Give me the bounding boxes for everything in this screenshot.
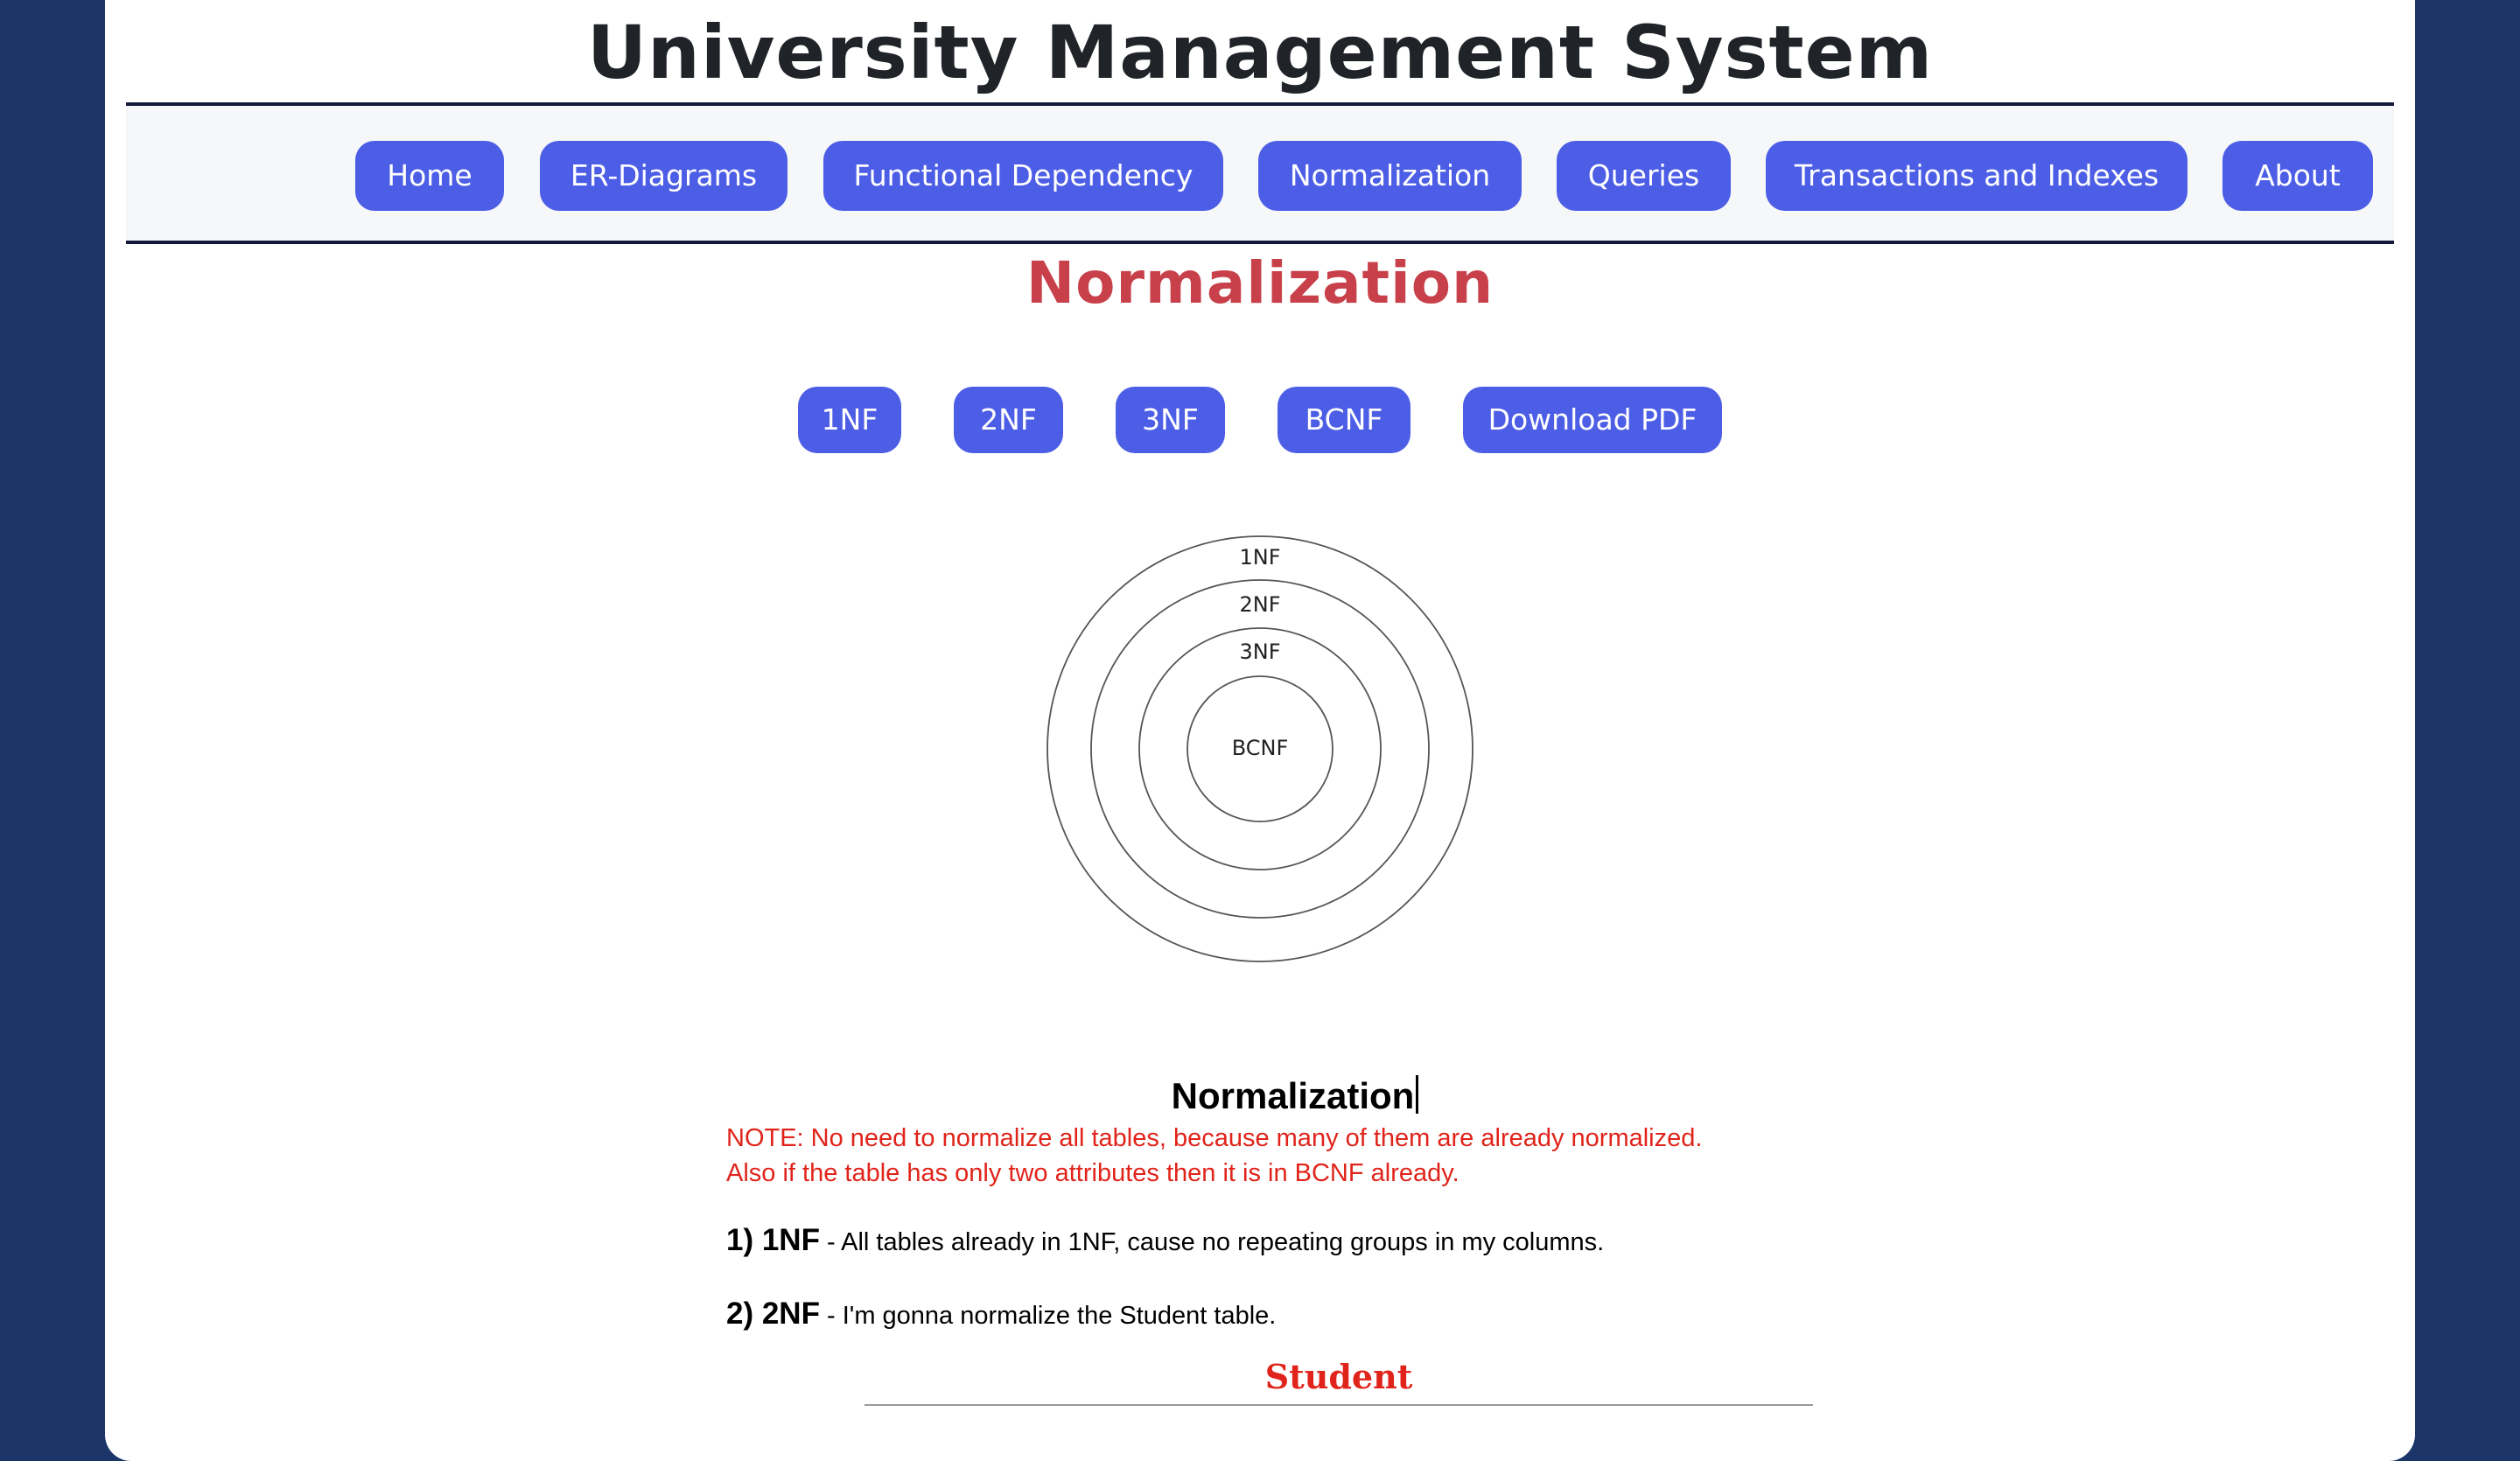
nav-functional-dependency-button[interactable]: Functional Dependency: [823, 141, 1223, 211]
document-title: Normalization: [726, 1073, 1864, 1119]
point-1nf: 1) 1NF - All tables already in 1NF, caus…: [726, 1223, 1604, 1260]
label-2nf: 2NF: [1239, 592, 1280, 617]
nav-home-button[interactable]: Home: [355, 141, 504, 211]
subnav-3nf-button[interactable]: 3NF: [1116, 387, 1225, 453]
nav-about-button[interactable]: About: [2222, 141, 2373, 211]
main-navbar: Home ER-Diagrams Functional Dependency N…: [126, 102, 2394, 244]
point-2nf: 2) 2NF - I'm gonna normalize the Student…: [726, 1297, 1276, 1333]
label-bcnf: BCNF: [1232, 736, 1289, 760]
subnav-download-pdf-button[interactable]: Download PDF: [1463, 387, 1722, 453]
nav-normalization-button[interactable]: Normalization: [1258, 141, 1522, 211]
point-text: - All tables already in 1NF, cause no re…: [819, 1228, 1605, 1256]
student-table-caption: Student: [1264, 1357, 1413, 1396]
nav-queries-button[interactable]: Queries: [1557, 141, 1731, 211]
document-title-text: Normalization: [1171, 1075, 1415, 1116]
note-line: Also if the table has only two attribute…: [726, 1159, 1460, 1187]
point-number: 1) 1NF: [726, 1223, 820, 1257]
subnav-2nf-button[interactable]: 2NF: [954, 387, 1063, 453]
site-title: University Management System: [586, 10, 1934, 95]
note-line: NOTE: No need to normalize all tables, b…: [726, 1124, 1703, 1152]
note-text: NOTE: No need to normalize all tables, b…: [726, 1121, 1864, 1191]
point-number: 2) 2NF: [726, 1297, 820, 1331]
text-cursor: [1416, 1075, 1419, 1114]
point-text: - I'm gonna normalize the Student table.: [819, 1302, 1277, 1330]
normal-forms-diagram: 1NF 2NF 3NF BCNF: [1046, 535, 1474, 962]
subnav-bcnf-button[interactable]: BCNF: [1278, 387, 1410, 453]
content-card: University Management System Home ER-Dia…: [105, 0, 2415, 1461]
nav-transactions-and-indexes-button[interactable]: Transactions and Indexes: [1766, 141, 2188, 211]
label-1nf: 1NF: [1239, 545, 1280, 570]
subnav-1nf-button[interactable]: 1NF: [798, 387, 901, 453]
label-3nf: 3NF: [1239, 640, 1280, 664]
table-top-border: [864, 1404, 1813, 1406]
nav-er-diagrams-button[interactable]: ER-Diagrams: [540, 141, 788, 211]
page-heading: Normalization: [1026, 249, 1494, 317]
